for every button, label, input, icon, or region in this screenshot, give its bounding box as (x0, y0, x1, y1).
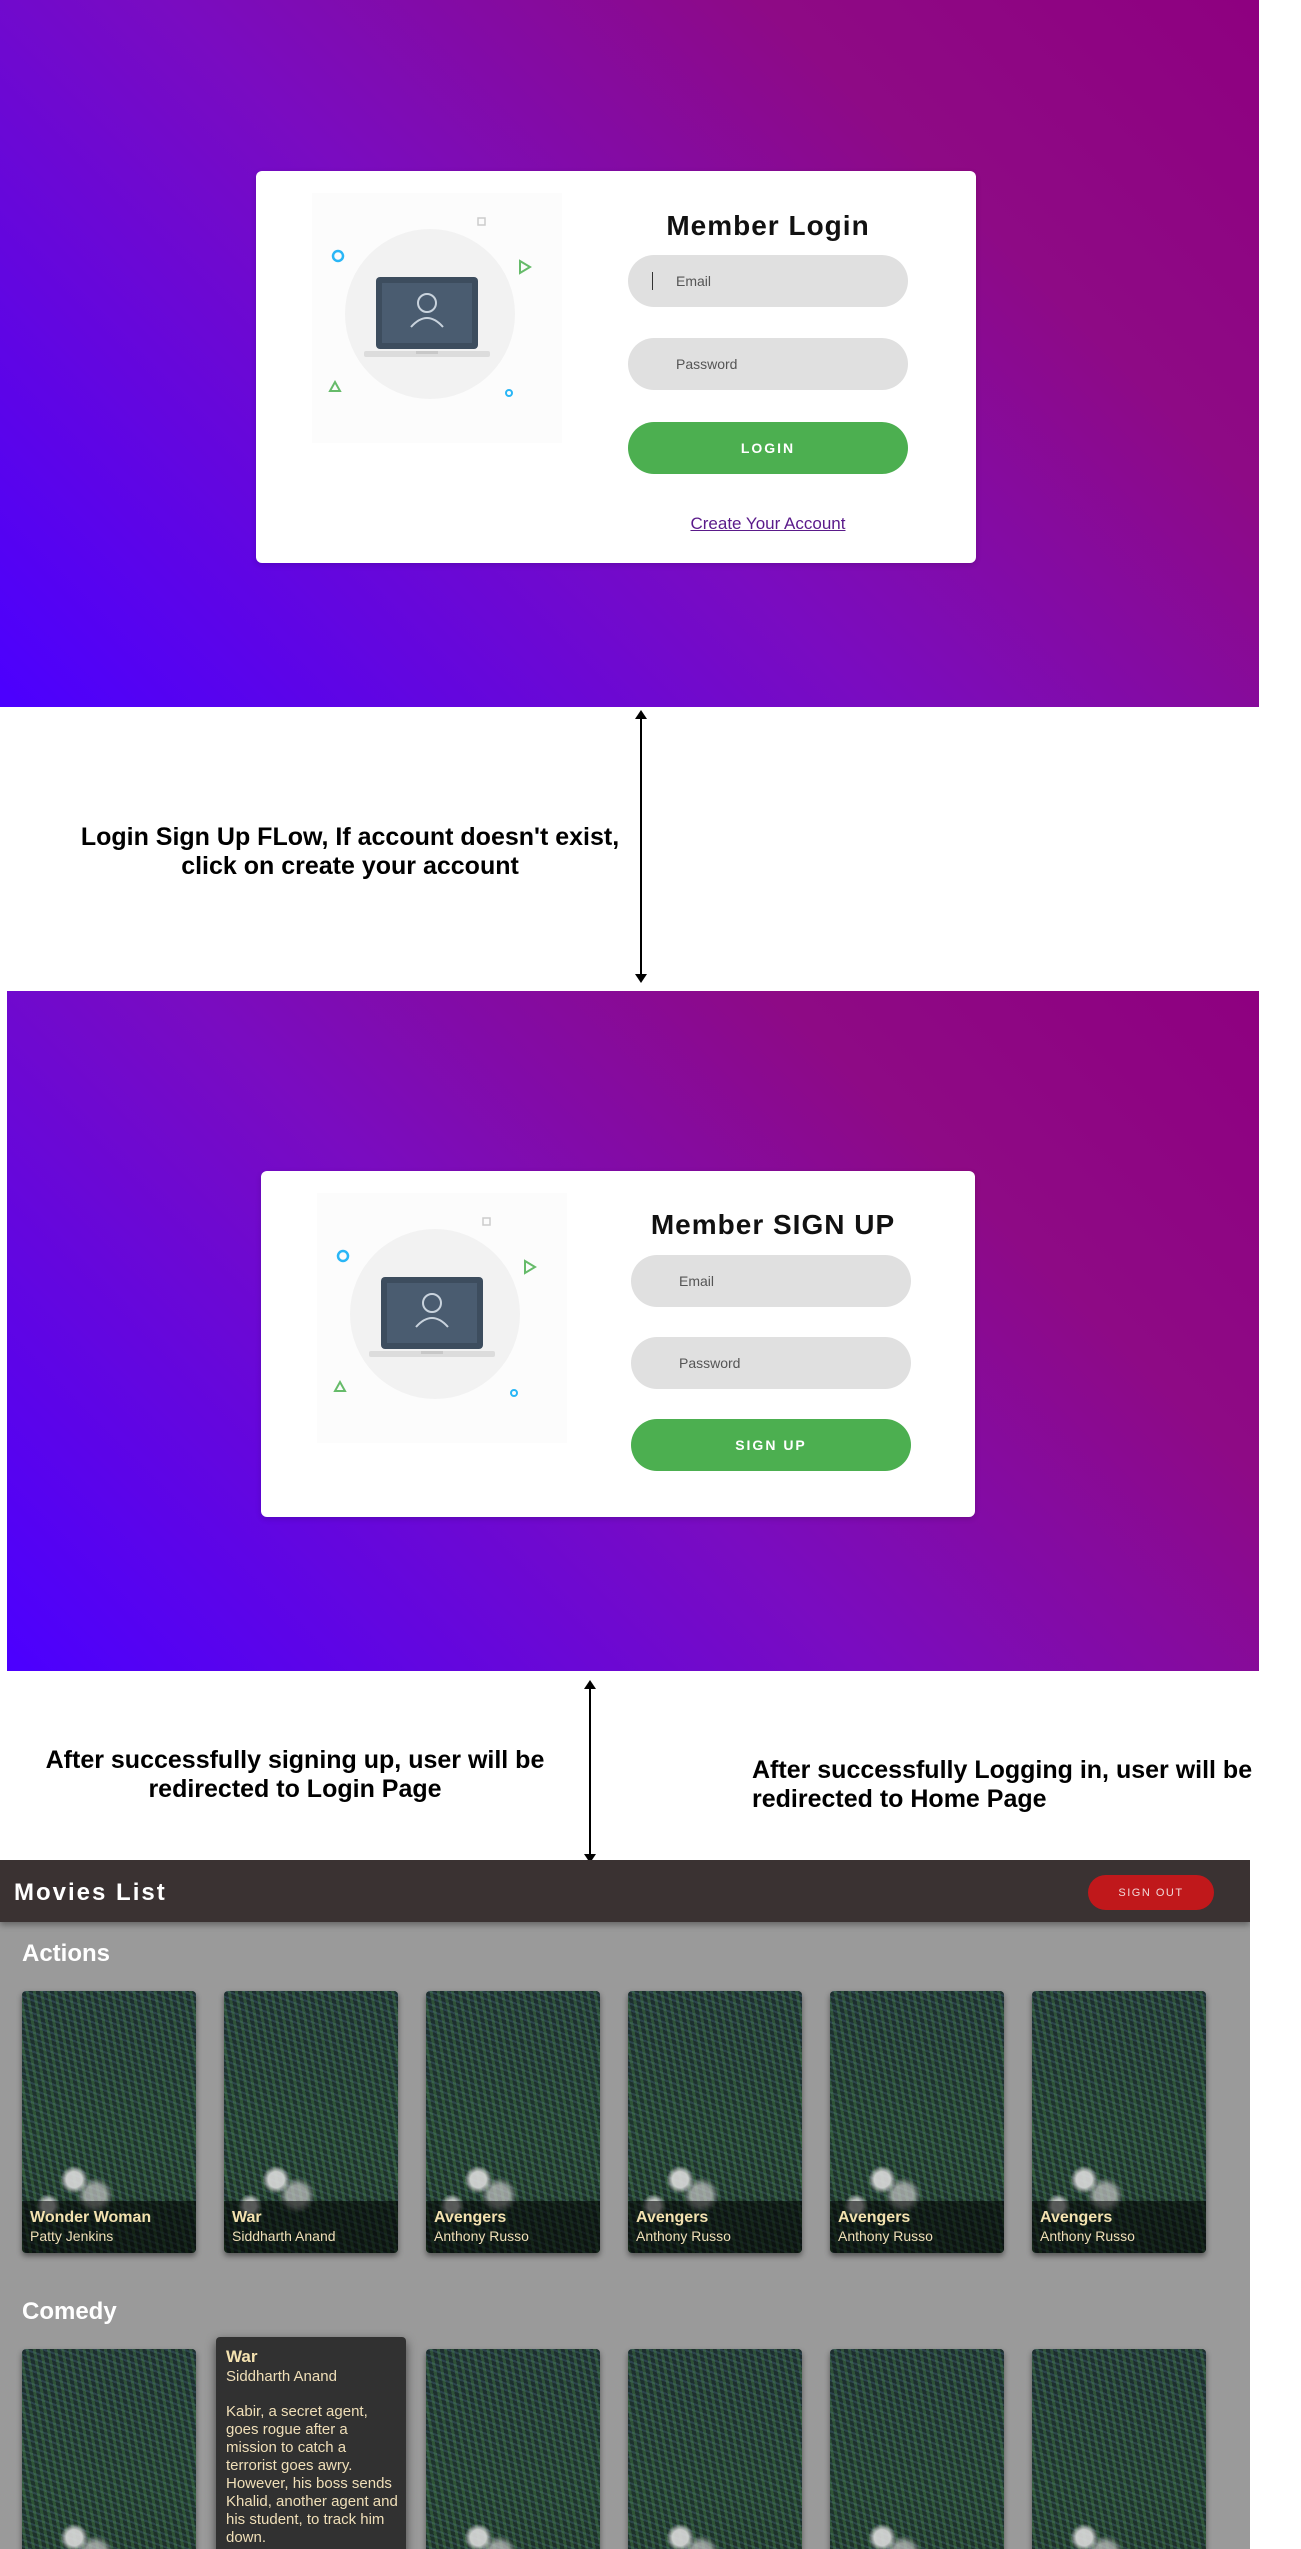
create-account-link[interactable]: Create Your Account (628, 514, 908, 534)
signup-card: Member SIGN UP Email Password SIGN UP (261, 1171, 975, 1517)
movie-title: War (226, 2347, 258, 2366)
movie-director: Siddharth Anand (232, 2228, 336, 2244)
movie-card[interactable]: Wonder Woman Patty Jenkins (22, 1991, 196, 2253)
app-header: Movies List SIGN OUT (0, 1860, 1250, 1922)
flow-arrow-vertical-1 (635, 710, 647, 983)
movie-info: Avengers Anthony Russo (628, 2201, 802, 2253)
note-after-signup: After successfully signing up, user will… (45, 1746, 545, 1803)
login-card: Member Login Email Password LOGIN Create… (256, 171, 976, 563)
flow-arrow-vertical-2 (584, 1680, 596, 1863)
note-login-signup-flow: Login Sign Up FLow, If account doesn't e… (80, 823, 620, 880)
signup-email-field[interactable]: Email (631, 1255, 911, 1307)
movie-card[interactable]: Avengers Anthony Russo (426, 1991, 600, 2253)
movie-info: War Siddharth Anand (224, 2201, 398, 2253)
section-title-actions: Actions (22, 1940, 111, 1967)
laptop-user-icon (333, 1217, 537, 1397)
movie-description: Kabir, a secret agent, goes rogue after … (226, 2403, 398, 2546)
login-button[interactable]: LOGIN (628, 422, 908, 474)
movie-card[interactable] (628, 2349, 802, 2549)
movie-director: Anthony Russo (1040, 2228, 1135, 2244)
movie-card[interactable]: War Siddharth Anand (224, 1991, 398, 2253)
text-caret (652, 272, 653, 290)
signup-screen: Member SIGN UP Email Password SIGN UP (7, 991, 1259, 1671)
movie-director: Anthony Russo (434, 2228, 529, 2244)
signup-title: Member SIGN UP (650, 1209, 896, 1240)
login-screen: Member Login Email Password LOGIN Create… (0, 0, 1259, 707)
movie-card[interactable]: Avengers Anthony Russo (628, 1991, 802, 2253)
signup-password-field[interactable]: Password (631, 1337, 911, 1389)
movie-director: Patty Jenkins (30, 2228, 114, 2244)
sign-out-button[interactable]: SIGN OUT (1088, 1875, 1214, 1910)
movie-title: Avengers (1040, 2209, 1113, 2226)
login-password-field[interactable]: Password (628, 338, 908, 390)
movie-director: Siddharth Anand (226, 2368, 337, 2385)
movie-title: Wonder Woman (30, 2209, 152, 2226)
movie-info: Avengers Anthony Russo (830, 2201, 1004, 2253)
movie-director: Anthony Russo (838, 2228, 933, 2244)
movie-card[interactable] (426, 2349, 600, 2549)
note-after-login: After successfully Logging in, user will… (752, 1756, 1253, 1813)
movie-title: Avengers (636, 2209, 709, 2226)
signup-button[interactable]: SIGN UP (631, 1419, 911, 1471)
movie-info: Avengers Anthony Russo (1032, 2201, 1206, 2253)
movie-card[interactable] (1032, 2349, 1206, 2549)
login-illustration (312, 193, 562, 443)
movie-title: War (232, 2209, 262, 2226)
movie-title: Avengers (434, 2209, 507, 2226)
signup-illustration (317, 1193, 567, 1443)
movie-card[interactable] (830, 2349, 1004, 2549)
section-title-comedy: Comedy (22, 2298, 117, 2325)
movie-card[interactable]: Avengers Anthony Russo (1032, 1991, 1206, 2253)
movie-info: Avengers Anthony Russo (426, 2201, 600, 2253)
laptop-user-icon (328, 217, 532, 397)
login-title: Member Login (666, 210, 870, 241)
movie-card[interactable] (22, 2349, 196, 2549)
home-page: Movies List SIGN OUT Actions Wonder Woma… (0, 1860, 1250, 2549)
movie-card-hovered[interactable]: War Siddharth Anand Kabir, a secret agen… (216, 2337, 406, 2549)
movie-title: Avengers (838, 2209, 911, 2226)
movie-card[interactable]: Avengers Anthony Russo (830, 1991, 1004, 2253)
movie-director: Anthony Russo (636, 2228, 731, 2244)
login-email-field[interactable]: Email (628, 255, 908, 307)
app-title: Movies List (14, 1879, 167, 1906)
movie-info: Wonder Woman Patty Jenkins (22, 2201, 196, 2253)
